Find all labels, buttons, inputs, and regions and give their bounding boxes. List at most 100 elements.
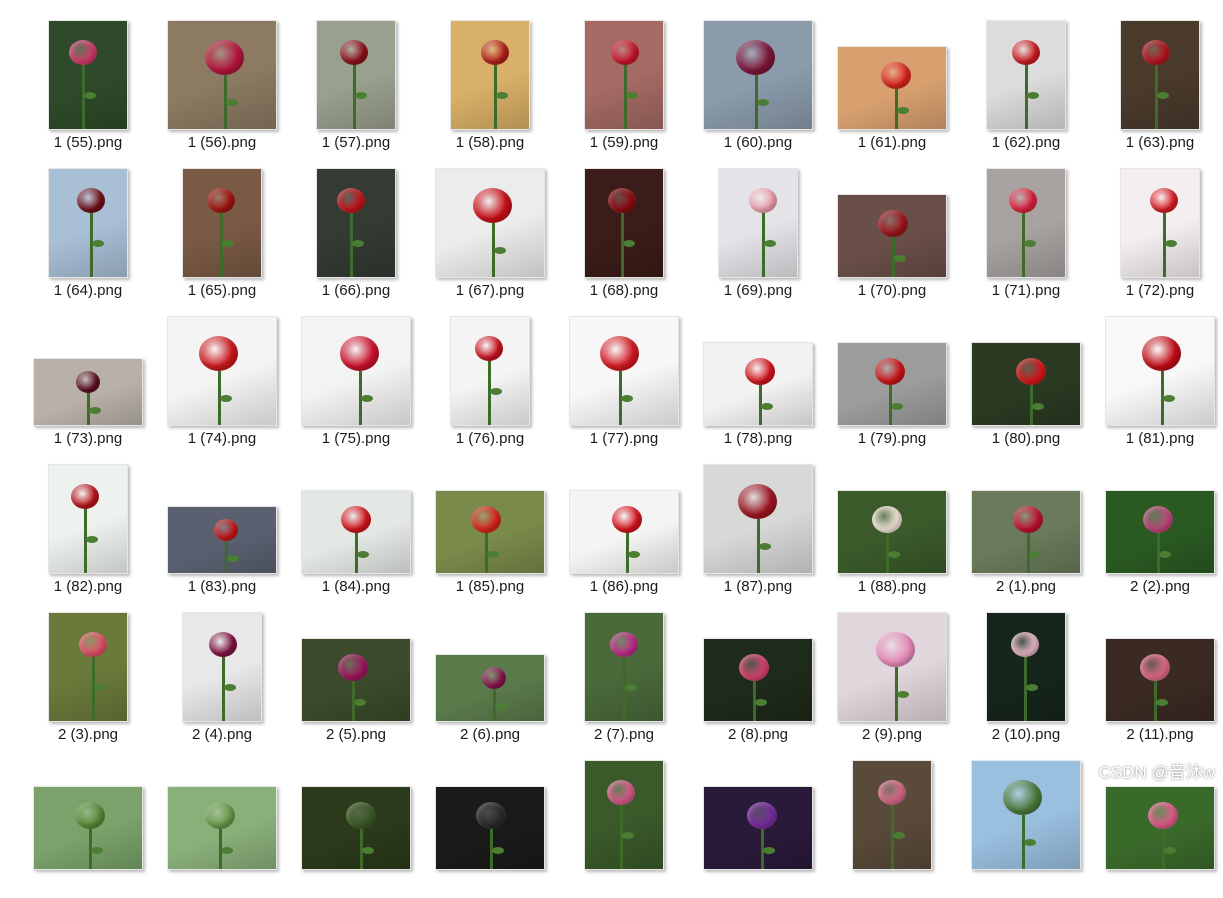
image-thumbnail[interactable] [971,760,1081,870]
file-item[interactable] [423,750,557,898]
file-item[interactable] [289,750,423,898]
image-thumbnail[interactable] [703,20,813,130]
image-thumbnail[interactable] [301,638,411,722]
file-item[interactable]: 2 (10).png [959,602,1093,750]
file-item[interactable]: 1 (67).png [423,158,557,306]
file-item[interactable]: 1 (68).png [557,158,691,306]
image-thumbnail[interactable] [450,20,530,130]
image-thumbnail[interactable] [703,464,813,574]
file-item[interactable]: 1 (60).png [691,10,825,158]
image-thumbnail[interactable] [718,168,798,278]
file-item[interactable]: 1 (58).png [423,10,557,158]
image-thumbnail[interactable] [301,490,411,574]
image-thumbnail[interactable] [316,20,396,130]
image-thumbnail[interactable] [316,168,396,278]
image-thumbnail[interactable] [569,316,679,426]
image-thumbnail[interactable] [182,168,262,278]
file-item[interactable]: 1 (59).png [557,10,691,158]
file-item[interactable]: 2 (4).png [155,602,289,750]
file-item[interactable]: 1 (61).png [825,10,959,158]
file-item[interactable]: 1 (70).png [825,158,959,306]
image-thumbnail[interactable] [435,786,545,870]
file-item[interactable] [21,750,155,898]
file-item[interactable]: 1 (55).png [21,10,155,158]
file-item[interactable]: 1 (83).png [155,454,289,602]
file-item[interactable]: 1 (81).png [1093,306,1223,454]
image-thumbnail[interactable] [703,786,813,870]
image-thumbnail[interactable] [584,168,664,278]
file-item[interactable]: 2 (7).png [557,602,691,750]
image-thumbnail[interactable] [986,168,1066,278]
file-item[interactable]: 1 (84).png [289,454,423,602]
file-item[interactable]: 1 (72).png [1093,158,1223,306]
file-item[interactable]: 1 (79).png [825,306,959,454]
image-thumbnail[interactable] [569,490,679,574]
image-thumbnail[interactable] [837,46,947,130]
file-item[interactable]: 1 (69).png [691,158,825,306]
file-item[interactable]: 1 (88).png [825,454,959,602]
file-item[interactable]: 1 (71).png [959,158,1093,306]
image-thumbnail[interactable] [435,168,545,278]
file-item[interactable] [959,750,1093,898]
image-thumbnail[interactable] [837,342,947,426]
image-thumbnail[interactable] [301,316,411,426]
image-thumbnail[interactable] [703,638,813,722]
file-item[interactable]: 2 (1).png [959,454,1093,602]
image-thumbnail[interactable] [167,786,277,870]
image-thumbnail[interactable] [48,168,128,278]
image-thumbnail[interactable] [435,654,545,722]
file-item[interactable]: 1 (74).png [155,306,289,454]
image-thumbnail[interactable] [48,464,128,574]
file-item[interactable]: 1 (87).png [691,454,825,602]
file-item[interactable] [825,750,959,898]
file-item[interactable]: 1 (78).png [691,306,825,454]
image-thumbnail[interactable] [703,342,813,426]
file-item[interactable]: 1 (73).png [21,306,155,454]
file-item[interactable]: 2 (11).png [1093,602,1223,750]
image-thumbnail[interactable] [837,612,947,722]
image-thumbnail[interactable] [182,612,262,722]
image-thumbnail[interactable] [986,612,1066,722]
file-item[interactable]: 1 (56).png [155,10,289,158]
file-item[interactable]: 2 (5).png [289,602,423,750]
image-thumbnail[interactable] [971,490,1081,574]
image-thumbnail[interactable] [1120,168,1200,278]
file-item[interactable] [557,750,691,898]
file-item[interactable]: 2 (9).png [825,602,959,750]
file-item[interactable]: 1 (63).png [1093,10,1223,158]
file-item[interactable]: 1 (85).png [423,454,557,602]
image-thumbnail[interactable] [48,612,128,722]
image-thumbnail[interactable] [167,506,277,574]
image-thumbnail[interactable] [48,20,128,130]
image-thumbnail[interactable] [167,20,277,130]
file-item[interactable]: 2 (6).png [423,602,557,750]
image-thumbnail[interactable] [435,490,545,574]
file-item[interactable]: 1 (62).png [959,10,1093,158]
file-item[interactable] [691,750,825,898]
file-item[interactable] [155,750,289,898]
image-thumbnail[interactable] [167,316,277,426]
image-thumbnail[interactable] [837,490,947,574]
file-item[interactable]: 1 (75).png [289,306,423,454]
image-thumbnail[interactable] [837,194,947,278]
image-thumbnail[interactable] [1105,638,1215,722]
image-thumbnail[interactable] [33,786,143,870]
file-item[interactable]: 1 (66).png [289,158,423,306]
image-thumbnail[interactable] [1120,20,1200,130]
image-thumbnail[interactable] [1105,490,1215,574]
image-thumbnail[interactable] [971,342,1081,426]
file-item[interactable]: 1 (76).png [423,306,557,454]
image-thumbnail[interactable] [584,612,664,722]
image-thumbnail[interactable] [301,786,411,870]
image-thumbnail[interactable] [584,760,664,870]
file-item[interactable]: 2 (2).png [1093,454,1223,602]
image-thumbnail[interactable] [450,316,530,426]
file-item[interactable]: 2 (8).png [691,602,825,750]
image-thumbnail[interactable] [33,358,143,426]
image-thumbnail[interactable] [584,20,664,130]
file-item[interactable]: 1 (80).png [959,306,1093,454]
file-item[interactable]: 1 (77).png [557,306,691,454]
file-item[interactable]: 1 (64).png [21,158,155,306]
image-thumbnail[interactable] [1105,316,1215,426]
file-item[interactable]: 2 (3).png [21,602,155,750]
